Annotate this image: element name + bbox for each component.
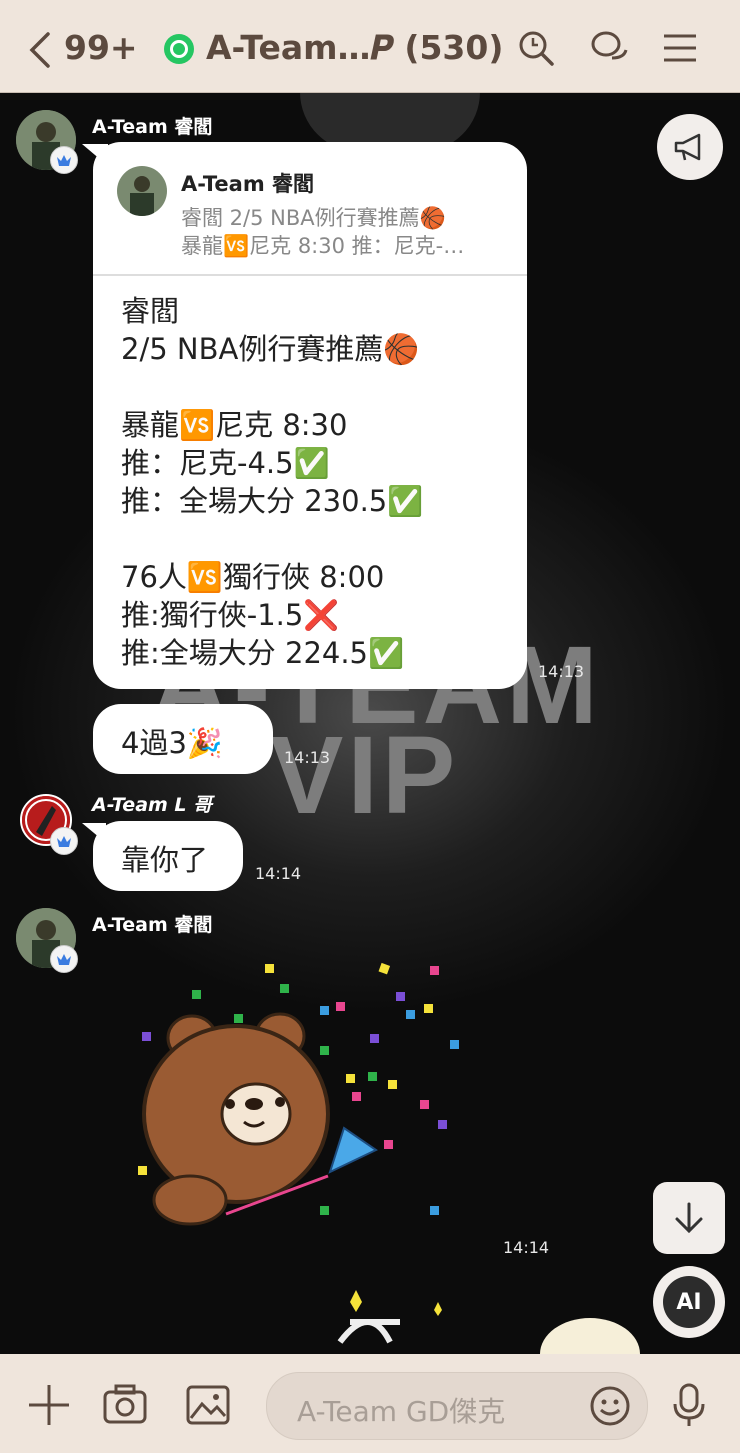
sticker-partial: [337, 1290, 640, 1354]
sender-name: A-Team L 哥: [92, 794, 213, 816]
message-input-bar: A-Team GD傑克: [0, 1354, 740, 1453]
message-text: 4過3🎉: [121, 726, 224, 760]
quoted-sender: A-Team 睿閻: [181, 172, 315, 196]
ai-label: AI: [663, 1276, 715, 1328]
message-bubble[interactable]: A-Team 睿閻 睿閻 2/5 NBA例行賽推薦🏀 暴龍🆚尼克 8:30 推：…: [93, 142, 527, 689]
chat-title[interactable]: A-Team…𝑷 (530): [206, 28, 503, 68]
message-input-placeholder: A-Team GD傑克: [297, 1395, 506, 1428]
admin-crown-icon: [50, 945, 78, 973]
menu-icon[interactable]: [660, 28, 700, 68]
scroll-down-button[interactable]: [653, 1182, 725, 1254]
admin-crown-icon: [50, 827, 78, 855]
ai-button[interactable]: AI: [653, 1266, 725, 1338]
message-bubble[interactable]: 靠你了: [93, 821, 243, 891]
admin-crown-icon: [50, 146, 78, 174]
plus-icon[interactable]: [26, 1382, 72, 1428]
announcement-button[interactable]: [657, 114, 723, 180]
quoted-message[interactable]: A-Team 睿閻 睿閻 2/5 NBA例行賽推薦🏀 暴龍🆚尼克 8:30 推：…: [117, 162, 507, 272]
message-input[interactable]: A-Team GD傑克: [266, 1372, 648, 1440]
emoji-icon[interactable]: [589, 1385, 631, 1427]
back-button[interactable]: [26, 30, 52, 70]
sender-name: A-Team 睿閻: [92, 914, 213, 936]
unread-count[interactable]: 99+: [64, 28, 138, 67]
quote-divider: [93, 274, 527, 276]
message-text: 睿閻 2/5 NBA例行賽推薦🏀 暴龍🆚尼克 8:30 推：尼克-4.5✅ 推：…: [121, 294, 424, 670]
message-time: 14:14: [503, 1238, 550, 1257]
camera-icon[interactable]: [102, 1382, 148, 1428]
quoted-avatar: [117, 166, 167, 216]
chat-bubbles-icon[interactable]: [590, 28, 630, 68]
chat-header: 99+ A-Team…𝑷 (530): [0, 0, 740, 93]
sender-name: A-Team 睿閻: [92, 116, 213, 138]
message-time: 14:13: [284, 748, 331, 767]
chevron-left-icon: [29, 32, 50, 68]
microphone-icon[interactable]: [666, 1382, 712, 1428]
quoted-text-line2: 暴龍🆚尼克 8:30 推：尼克-…: [181, 234, 465, 258]
background-watermark-line2: VIP: [270, 714, 460, 837]
arrow-down-icon: [675, 1202, 703, 1234]
megaphone-icon: [674, 133, 701, 161]
chat-area[interactable]: A-TEAM VIP A-Team 睿閻 A-Team 睿閻 睿閻 2/5 NB…: [0, 92, 740, 1354]
search-icon[interactable]: [516, 28, 556, 68]
quoted-text-line1: 睿閻 2/5 NBA例行賽推薦🏀: [181, 206, 446, 230]
image-icon[interactable]: [185, 1382, 231, 1428]
message-text: 靠你了: [121, 843, 209, 877]
openchat-badge-icon: [164, 34, 194, 64]
message-time: 14:14: [255, 864, 302, 883]
bear-sticker[interactable]: [130, 954, 470, 1254]
message-time: 14:13: [538, 662, 585, 681]
message-bubble[interactable]: 4過3🎉: [93, 704, 273, 774]
